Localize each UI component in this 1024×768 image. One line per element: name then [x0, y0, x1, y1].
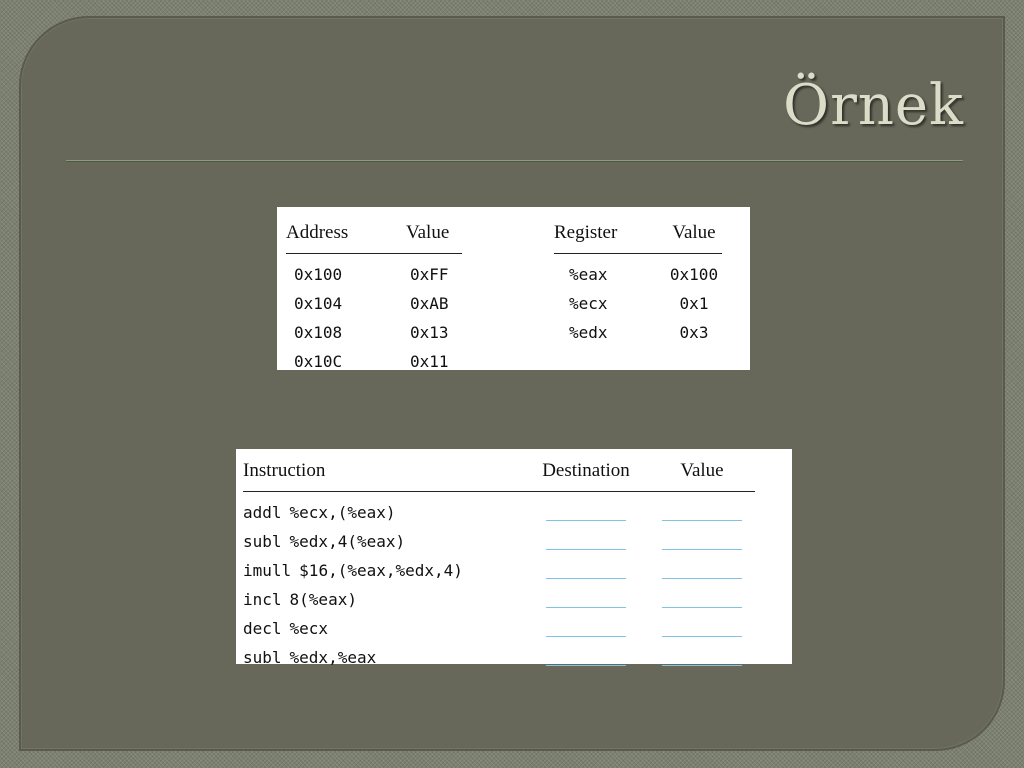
instruction-cell: decl %ecx: [243, 614, 523, 643]
memory-value-header: Value: [406, 213, 462, 254]
value-blank[interactable]: [649, 492, 755, 528]
register-name-header: Register: [554, 213, 666, 254]
destination-answer-line: [546, 537, 626, 550]
instruction-opcode: subl: [243, 532, 282, 551]
destination-answer-line: [546, 508, 626, 521]
value-answer-line: [662, 566, 742, 579]
destination-answer-line: [546, 595, 626, 608]
instruction-cell: imull $16,(%eax,%edx,4): [243, 556, 523, 585]
value-answer-line: [662, 624, 742, 637]
destination-blank[interactable]: [523, 643, 649, 672]
register-row: %eax 0x100: [554, 254, 722, 290]
instruction-operands: 8(%eax): [289, 590, 357, 609]
memory-table-header-row: Address Value: [286, 213, 462, 254]
register-name-cell: %ecx: [569, 294, 608, 313]
register-value-header: Value: [666, 213, 722, 254]
memory-value-cell: 0xAB: [410, 294, 449, 313]
memory-value-cell: 0xFF: [410, 265, 449, 284]
instruction-row: addl %ecx,(%eax): [243, 492, 755, 528]
destination-blank[interactable]: [523, 527, 649, 556]
memory-address-cell: 0x10C: [294, 352, 343, 371]
instruction-table-header-row: Instruction Destination Value: [243, 451, 755, 492]
destination-blank[interactable]: [523, 556, 649, 585]
value-blank[interactable]: [649, 556, 755, 585]
memory-table: Address Value 0x100 0xFF 0x104 0xAB 0x10…: [286, 213, 462, 376]
instruction-row: subl %edx,4(%eax): [243, 527, 755, 556]
register-value-cell: 0x100: [669, 265, 719, 284]
instruction-row: incl 8(%eax): [243, 585, 755, 614]
instruction-panel: Instruction Destination Value addl %ecx,(…: [236, 449, 792, 667]
slide-title: Örnek: [783, 73, 964, 138]
instruction-operands: $16,(%eax,%edx,4): [299, 561, 463, 580]
destination-answer-line: [546, 624, 626, 637]
instruction-opcode: imull: [243, 561, 292, 580]
destination-blank[interactable]: [523, 614, 649, 643]
memory-row: 0x10C 0x11: [286, 347, 462, 376]
value-blank[interactable]: [649, 614, 755, 643]
memory-value-cell: 0x11: [410, 352, 449, 371]
destination-answer-line: [546, 653, 626, 666]
instruction-operands: %ecx,(%eax): [289, 503, 396, 522]
register-name-cell: %edx: [569, 323, 608, 342]
register-value-cell: 0x3: [679, 323, 709, 342]
value-blank[interactable]: [649, 643, 755, 672]
memory-value-cell: 0x13: [410, 323, 449, 342]
memory-row: 0x108 0x13: [286, 318, 462, 347]
memory-address-header: Address: [286, 213, 406, 254]
instruction-operands: %ecx: [289, 619, 329, 638]
register-table-header-row: Register Value: [554, 213, 722, 254]
instruction-cell: subl %edx,%eax: [243, 643, 523, 672]
instruction-row: decl %ecx: [243, 614, 755, 643]
destination-blank[interactable]: [523, 585, 649, 614]
register-name-cell: %eax: [569, 265, 608, 284]
instruction-row: subl %edx,%eax: [243, 643, 755, 672]
memory-address-cell: 0x104: [294, 294, 343, 313]
memory-row: 0x100 0xFF: [286, 254, 462, 290]
memory-register-panel: Address Value 0x100 0xFF 0x104 0xAB 0x10…: [277, 207, 750, 371]
instruction-table: Instruction Destination Value addl %ecx,(…: [243, 451, 755, 672]
memory-address-cell: 0x108: [294, 323, 343, 342]
value-answer-line: [662, 653, 742, 666]
instruction-header: Instruction: [243, 451, 523, 492]
register-row: %ecx 0x1: [554, 289, 722, 318]
value-blank[interactable]: [649, 527, 755, 556]
destination-blank[interactable]: [523, 492, 649, 528]
instruction-opcode: decl: [243, 619, 282, 638]
register-table: Register Value %eax 0x100 %ecx 0x1 %edx …: [554, 213, 722, 347]
instruction-operands: %edx,%eax: [289, 648, 377, 667]
value-answer-line: [662, 595, 742, 608]
destination-answer-line: [546, 566, 626, 579]
register-row: %edx 0x3: [554, 318, 722, 347]
value-answer-line: [662, 537, 742, 550]
value-blank[interactable]: [649, 585, 755, 614]
instruction-operands: %edx,4(%eax): [289, 532, 406, 551]
instruction-opcode: addl: [243, 503, 282, 522]
instruction-opcode: subl: [243, 648, 282, 667]
instruction-cell: incl 8(%eax): [243, 585, 523, 614]
destination-header: Destination: [523, 451, 649, 492]
instruction-opcode: incl: [243, 590, 282, 609]
instruction-cell: addl %ecx,(%eax): [243, 492, 523, 528]
memory-row: 0x104 0xAB: [286, 289, 462, 318]
result-value-header: Value: [649, 451, 755, 492]
value-answer-line: [662, 508, 742, 521]
instruction-row: imull $16,(%eax,%edx,4): [243, 556, 755, 585]
title-divider: [66, 160, 963, 162]
memory-address-cell: 0x100: [294, 265, 343, 284]
instruction-cell: subl %edx,4(%eax): [243, 527, 523, 556]
register-value-cell: 0x1: [679, 294, 709, 313]
